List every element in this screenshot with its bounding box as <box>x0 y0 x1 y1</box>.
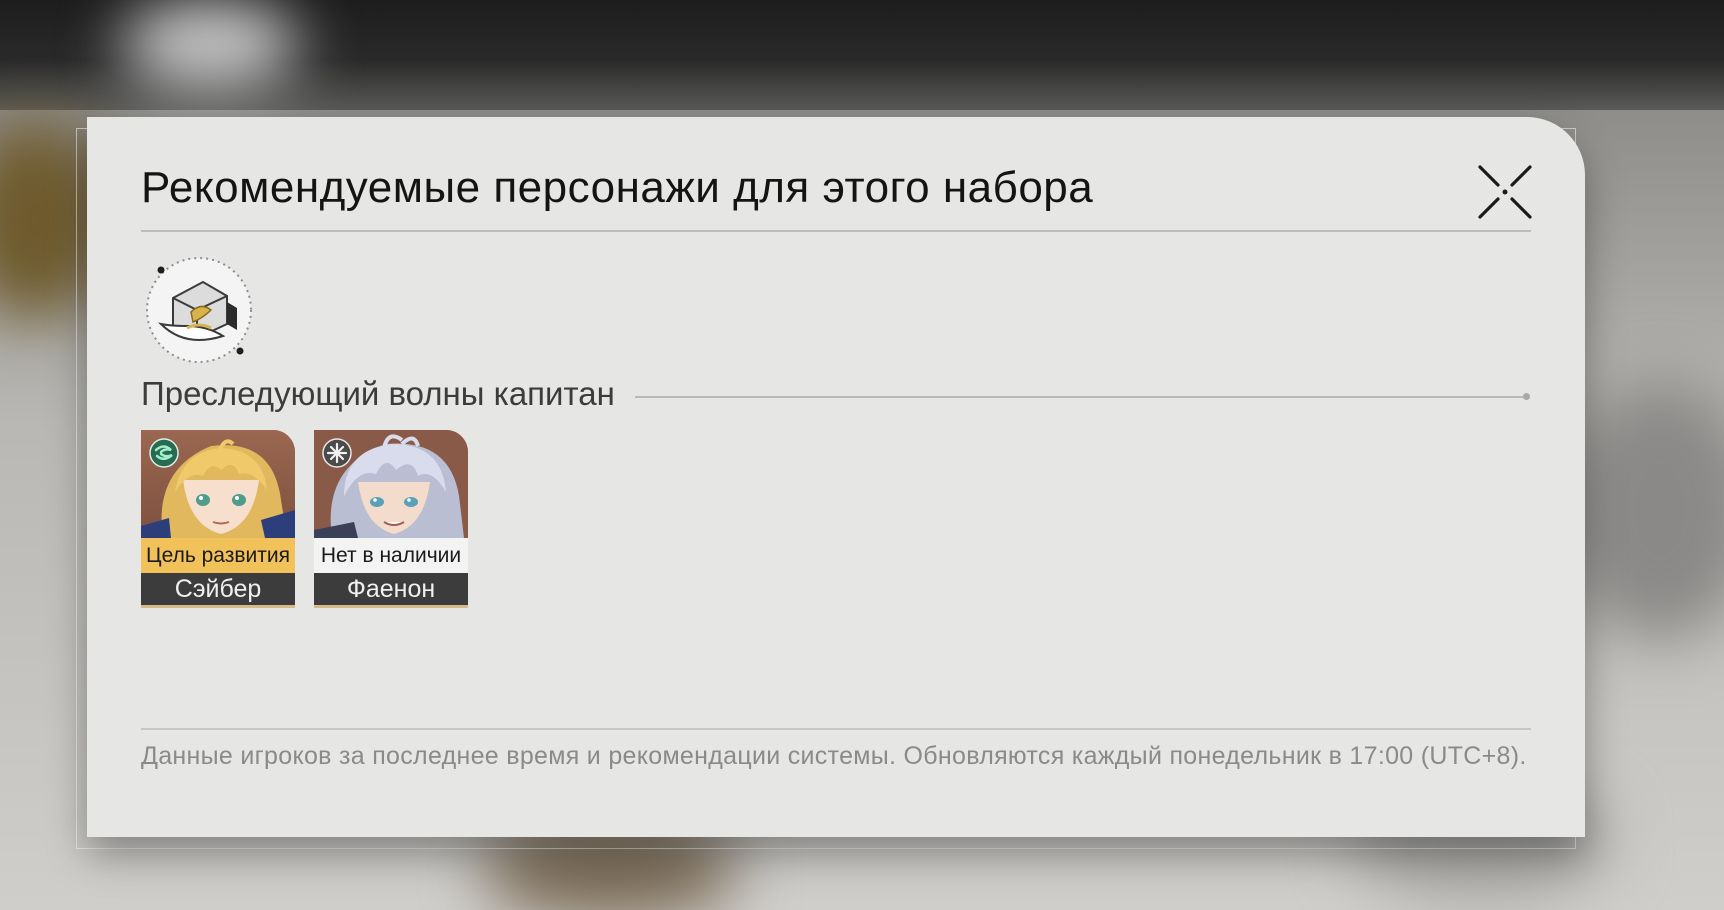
close-button[interactable] <box>1476 163 1534 221</box>
relic-set-icon[interactable] <box>141 252 257 368</box>
rarity-bar <box>314 605 468 608</box>
recommended-characters-dialog: Рекомендуемые персонажи для этого набора <box>87 117 1585 837</box>
set-name: Преследующий волны капитан <box>141 375 615 412</box>
close-icon <box>1478 165 1532 219</box>
character-card-saber[interactable]: Цель развития Сэйбер <box>141 430 295 608</box>
wind-element-icon <box>149 438 179 468</box>
section-divider-dot <box>1523 393 1530 400</box>
rarity-bar <box>141 605 295 608</box>
set-section-header: Преследующий волны капитан <box>141 375 1531 419</box>
character-portrait <box>141 430 295 538</box>
development-target-badge: Цель развития <box>141 538 295 573</box>
not-owned-badge: Нет в наличии <box>314 538 468 573</box>
character-card-phainon[interactable]: Нет в наличии Фаенон <box>314 430 468 608</box>
section-divider <box>635 396 1525 398</box>
character-portrait <box>314 430 468 538</box>
character-list: Цель развития Сэйбер Нет в наличии Фаено… <box>141 430 541 610</box>
physical-element-icon <box>322 438 352 468</box>
data-source-note: Данные игроков за последнее время и реко… <box>141 742 1527 770</box>
dialog-title: Рекомендуемые персонажи для этого набора <box>141 163 1094 212</box>
character-name: Сэйбер <box>141 573 295 605</box>
title-divider <box>141 230 1531 232</box>
footnote-divider <box>141 728 1531 730</box>
character-name: Фаенон <box>314 573 468 605</box>
